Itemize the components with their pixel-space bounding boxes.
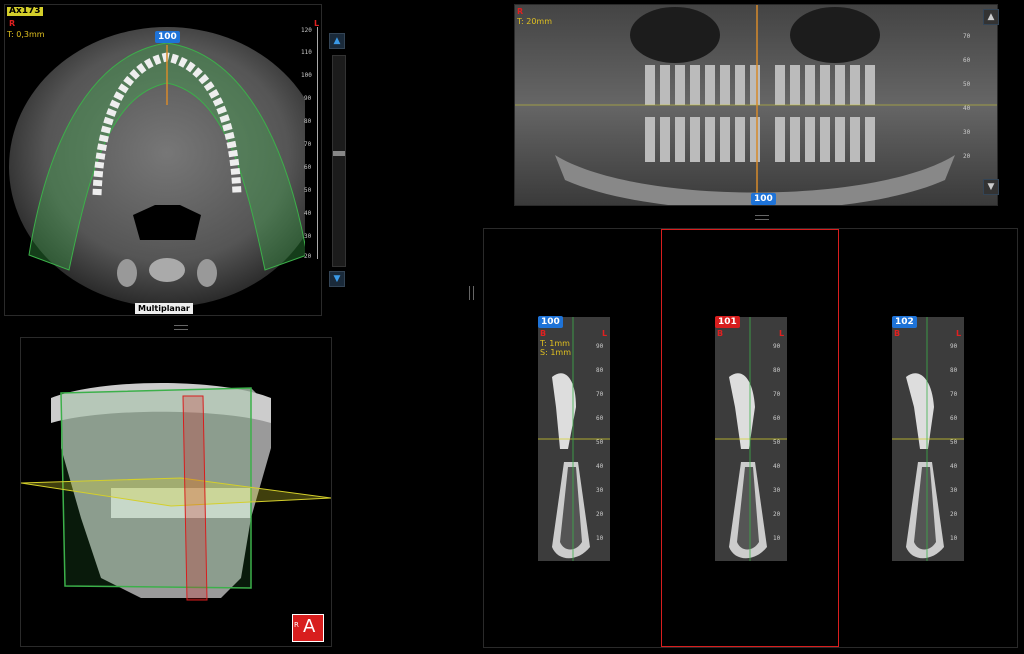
ruler-tick: 40 — [963, 105, 971, 112]
ruler-tick: 50 — [596, 439, 604, 446]
ruler-tick: 50 — [950, 439, 958, 446]
ruler-tick: 50 — [773, 439, 781, 446]
panoramic-thickness-label: T: 20mm — [517, 17, 553, 26]
orientation-front-label: A — [303, 616, 316, 637]
axial-ruler: 120 110 100 90 80 70 60 50 40 30 20 — [301, 27, 318, 260]
ruler-tick: 70 — [596, 391, 604, 398]
ruler-tick: 60 — [304, 164, 312, 171]
cross-section-2-orient-l: L — [779, 329, 785, 338]
ruler-tick: 30 — [596, 487, 604, 494]
axial-view-panel[interactable]: Ax173 R T: 0,3mm L 100 Multiplanar 120 1… — [4, 4, 346, 316]
ruler-tick: 60 — [950, 415, 958, 422]
cross-section-2-ruler: 90 80 70 60 50 40 30 20 10 — [773, 343, 787, 553]
cross-section-3-orient-l: L — [956, 329, 962, 338]
cross-section-1-thickness: T: 1mm — [540, 339, 570, 348]
panoramic-scroll-down-button[interactable]: ▼ — [983, 179, 999, 195]
ruler-tick: 60 — [773, 415, 781, 422]
ruler-tick: 20 — [596, 511, 604, 518]
axial-scroll-up-button[interactable]: ▲ — [329, 33, 345, 49]
axial-scroll-down-button[interactable]: ▼ — [329, 271, 345, 287]
ruler-tick: 50 — [963, 81, 971, 88]
render3d-skull-image[interactable] — [21, 338, 331, 646]
ruler-tick: 120 — [301, 27, 312, 34]
ruler-tick: 30 — [304, 233, 312, 240]
render3d-view-panel[interactable]: R A — [20, 337, 332, 647]
axial-scroll-thumb[interactable] — [333, 150, 345, 156]
panoramic-ct-image[interactable] — [515, 5, 997, 205]
ruler-tick: 20 — [963, 153, 971, 160]
ruler-tick: 40 — [304, 210, 312, 217]
cross-section-1[interactable]: 100 B L T: 1mm S: 1mm 90 80 70 60 50 40 … — [538, 316, 610, 561]
ruler-tick: 80 — [950, 367, 958, 374]
orientation-side-label: R — [294, 621, 299, 629]
ruler-tick: 90 — [950, 343, 958, 350]
ruler-tick: 40 — [596, 463, 604, 470]
ruler-tick: 70 — [950, 391, 958, 398]
cross-sections-panel: 100 B L T: 1mm S: 1mm 90 80 70 60 50 40 … — [483, 228, 1018, 648]
ruler-tick: 30 — [963, 129, 971, 136]
cross-section-3-ruler: 90 80 70 60 50 40 30 20 10 — [950, 343, 964, 553]
horizontal-splitter-left[interactable] — [174, 325, 188, 330]
panoramic-scroll-up-button[interactable]: ▲ — [983, 9, 999, 25]
cross-section-2-orient-b: B — [717, 329, 724, 338]
ruler-tick: 70 — [773, 391, 781, 398]
ruler-tick: 70 — [963, 33, 971, 40]
ruler-tick: 80 — [304, 118, 312, 125]
orientation-cube[interactable]: R A — [292, 614, 324, 642]
axial-slice-badge: 100 — [155, 31, 180, 43]
panoramic-view-panel[interactable]: R T: 20mm 100 ▲ ▼ 70 60 50 40 30 20 — [514, 4, 999, 206]
ruler-tick: 90 — [773, 343, 781, 350]
cross-section-3-orient-b: B — [894, 329, 901, 338]
ruler-tick: 10 — [596, 535, 604, 542]
cross-section-1-badge: 100 — [538, 316, 563, 328]
ruler-tick: 100 — [301, 72, 312, 79]
cross-section-1-ruler: 90 80 70 60 50 40 30 20 10 — [596, 343, 610, 553]
ruler-tick: 60 — [596, 415, 604, 422]
panoramic-ruler: 70 60 50 40 30 20 — [963, 33, 995, 173]
ruler-tick: 60 — [963, 57, 971, 64]
ruler-tick: 20 — [304, 253, 312, 260]
ruler-tick: 50 — [304, 187, 312, 194]
panoramic-orient-right: R — [517, 7, 524, 16]
ruler-tick: 30 — [773, 487, 781, 494]
ruler-tick: 80 — [773, 367, 781, 374]
cross-section-1-spacing: S: 1mm — [540, 348, 571, 357]
vertical-splitter[interactable] — [469, 286, 474, 300]
cross-section-3-badge: 102 — [892, 316, 917, 328]
panoramic-slice-badge: 100 — [751, 193, 776, 205]
ruler-tick: 20 — [773, 511, 781, 518]
ruler-tick: 40 — [773, 463, 781, 470]
axial-ct-image[interactable] — [5, 5, 305, 305]
cross-section-2[interactable]: 101 B L 90 80 70 60 50 40 30 20 10 — [715, 316, 787, 561]
horizontal-splitter-right[interactable] — [755, 215, 769, 220]
cross-section-2-badge: 101 — [715, 316, 740, 328]
ruler-tick: 90 — [304, 95, 312, 102]
axial-scroll-track[interactable] — [332, 55, 346, 267]
ruler-tick: 110 — [301, 49, 312, 56]
ruler-tick: 30 — [950, 487, 958, 494]
cross-section-1-orient-b: B — [540, 329, 547, 338]
cross-section-1-orient-l: L — [602, 329, 608, 338]
ruler-tick: 40 — [950, 463, 958, 470]
ruler-tick: 10 — [773, 535, 781, 542]
cross-section-3[interactable]: 102 B L 90 80 70 60 50 40 30 20 10 — [892, 316, 964, 561]
ruler-tick: 80 — [596, 367, 604, 374]
ruler-tick: 70 — [304, 141, 312, 148]
ruler-tick: 10 — [950, 535, 958, 542]
ruler-tick: 20 — [950, 511, 958, 518]
ruler-tick: 90 — [596, 343, 604, 350]
axial-mode-label: Multiplanar — [135, 303, 193, 314]
